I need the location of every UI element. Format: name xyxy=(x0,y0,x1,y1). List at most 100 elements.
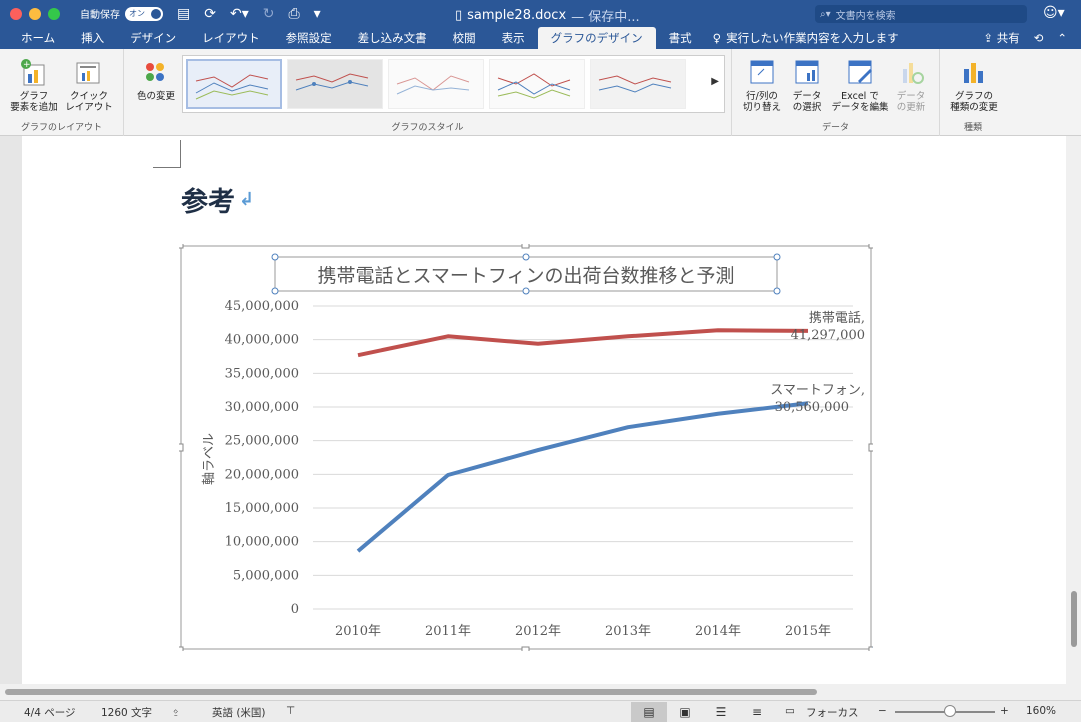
zoom-in-icon[interactable]: + xyxy=(1000,705,1009,717)
paragraph-mark-icon: ↲ xyxy=(239,189,255,210)
data-label-name[interactable]: 携帯電話, xyxy=(809,310,865,326)
section-heading[interactable]: 参考 ↲ xyxy=(181,180,254,219)
tab-review[interactable]: 校閲 xyxy=(440,27,489,49)
resize-handle-top-right[interactable] xyxy=(868,244,873,249)
chart-style-thumb-1[interactable] xyxy=(186,59,282,109)
data-label-name[interactable]: スマートフォン, xyxy=(770,383,865,398)
tab-format[interactable]: 書式 xyxy=(656,27,705,49)
doc-status: — 保存中... xyxy=(571,10,640,25)
edit-data-in-excel-button[interactable]: Excel で データを編集 xyxy=(830,57,890,113)
data-label-value[interactable]: 41,297,000 xyxy=(791,328,865,343)
refresh-data-icon xyxy=(897,57,925,87)
redo-icon[interactable]: ↻ xyxy=(263,6,275,22)
switch-row-column-button[interactable]: 行/列の 切り替え xyxy=(738,57,786,113)
change-chart-type-button[interactable]: グラフの 種類の変更 xyxy=(946,57,1002,113)
draft-view-button[interactable]: ≡ xyxy=(739,702,775,722)
data-label-value[interactable]: 30,560,000 xyxy=(775,400,849,415)
sidebar-icon[interactable]: ▤ xyxy=(177,6,190,22)
zoom-level[interactable]: 160% xyxy=(1026,705,1056,717)
chart-styles-group: 色の変更 ▶ グラフのスタイル xyxy=(124,49,732,136)
refresh-data-label: データ の更新 xyxy=(896,91,926,113)
minimize-window-button[interactable] xyxy=(29,7,41,20)
select-data-label: データ の選択 xyxy=(792,91,822,113)
focus-mode-icon[interactable]: ▭ xyxy=(785,705,795,717)
share-button[interactable]: ⇪ 共有 xyxy=(983,30,1019,46)
change-colors-button[interactable]: 色の変更 xyxy=(134,57,178,102)
word-count[interactable]: 1260 文字 xyxy=(101,705,152,720)
title-handle-br[interactable] xyxy=(773,287,781,295)
undo-icon[interactable]: ↶▾ xyxy=(230,6,249,22)
print-icon[interactable]: ⎙ xyxy=(288,6,299,22)
vertical-scrollbar[interactable] xyxy=(1066,136,1081,684)
outline-view-button[interactable]: ☰ xyxy=(703,702,739,722)
resize-handle-right[interactable] xyxy=(868,443,873,452)
title-handle-tl[interactable] xyxy=(271,253,279,261)
zoom-slider-knob[interactable] xyxy=(944,705,956,717)
title-handle-bl[interactable] xyxy=(271,287,279,295)
title-handle-t[interactable] xyxy=(522,253,530,261)
maximize-window-button[interactable] xyxy=(48,7,60,20)
vertical-scroll-thumb[interactable] xyxy=(1071,591,1077,647)
type-group: グラフの 種類の変更 種類 xyxy=(940,49,1006,136)
horizontal-scrollbar[interactable] xyxy=(0,684,1081,700)
tab-insert[interactable]: 挿入 xyxy=(68,27,117,49)
history-icon[interactable]: ⟲ xyxy=(1034,31,1044,45)
search-icon: ⌕▾ xyxy=(820,8,831,20)
y-tick-label: 35,000,000 xyxy=(225,366,299,381)
ribbon: + グラフ 要素を追加 クイック レイアウト グラフのレイアウト 色の変更 ▶ … xyxy=(0,49,1081,136)
feedback-smiley-icon[interactable]: ☺▾ xyxy=(1043,5,1065,21)
autosave: 自動保存 オン xyxy=(80,6,163,21)
add-chart-element-button[interactable]: + グラフ 要素を追加 xyxy=(8,57,60,113)
tab-layout[interactable]: レイアウト xyxy=(189,27,273,49)
chart-style-thumb-3[interactable] xyxy=(388,59,484,109)
y-axis-label[interactable]: 軸ラベル xyxy=(202,433,217,485)
change-chart-type-label: グラフの 種類の変更 xyxy=(950,91,998,113)
tab-home[interactable]: ホーム xyxy=(0,27,68,49)
resize-handle-bottom[interactable] xyxy=(521,646,530,651)
focus-mode-label[interactable]: フォーカス xyxy=(806,705,859,720)
doc-name: sample28.docx xyxy=(467,8,567,23)
chart-title: 携帯電話とスマートフィンの出荷台数推移と予測 xyxy=(317,265,734,287)
chart-object[interactable]: 携帯電話とスマートフィンの出荷台数推移と予測 0 5,000,000 10,000,… xyxy=(179,244,873,651)
chart-style-thumb-2[interactable] xyxy=(287,59,383,109)
data-group: 行/列の 切り替え データ の選択 Excel で データを編集 データ の更新… xyxy=(732,49,940,136)
language-indicator[interactable]: 英語 (米国) xyxy=(212,705,266,720)
svg-text:+: + xyxy=(23,60,31,70)
y-tick-label: 45,000,000 xyxy=(225,299,299,314)
close-window-button[interactable] xyxy=(10,7,22,20)
save-icon[interactable]: ⟳ xyxy=(204,6,216,22)
quick-layout-icon xyxy=(75,57,103,87)
search-placeholder: 文書内を検索 xyxy=(835,10,896,22)
ribbon-collapse-icon[interactable]: ⌃ xyxy=(1057,31,1067,45)
tell-me-box[interactable]: ♀ 実行したい作業内容を入力します xyxy=(713,27,899,49)
customize-toolbar-icon[interactable]: ▾ xyxy=(314,6,321,22)
title-handle-b[interactable] xyxy=(522,287,530,295)
chart-style-thumb-4[interactable] xyxy=(489,59,585,109)
tab-chart-design[interactable]: グラフのデザイン xyxy=(537,27,656,49)
resize-handle-left[interactable] xyxy=(179,443,184,452)
resize-handle-bottom-left[interactable] xyxy=(179,646,184,651)
page-count[interactable]: 4/4 ページ xyxy=(24,705,76,720)
tab-mailings[interactable]: 差し込み文書 xyxy=(345,27,440,49)
select-data-icon xyxy=(793,57,821,87)
zoom-out-icon[interactable]: − xyxy=(878,705,887,717)
tab-view[interactable]: 表示 xyxy=(489,27,538,49)
tab-design[interactable]: デザイン xyxy=(117,27,189,49)
autosave-toggle[interactable]: オン xyxy=(125,6,163,21)
resize-handle-top-left[interactable] xyxy=(179,244,184,249)
tab-references[interactable]: 参照設定 xyxy=(273,27,345,49)
search-input[interactable]: ⌕▾ 文書内を検索 xyxy=(815,5,1027,23)
select-data-button[interactable]: データ の選択 xyxy=(786,57,828,113)
resize-handle-top[interactable] xyxy=(521,244,530,249)
print-layout-view-button[interactable]: ▤ xyxy=(631,702,667,722)
line-chart[interactable]: 携帯電話とスマートフィンの出荷台数推移と予測 0 5,000,000 10,000,… xyxy=(179,244,873,651)
refresh-data-button[interactable]: データ の更新 xyxy=(890,57,932,113)
chart-style-thumb-5[interactable] xyxy=(590,59,686,109)
proofing-icon[interactable]: ⍚ xyxy=(173,705,179,718)
web-layout-view-button[interactable]: ▣ xyxy=(667,702,703,722)
quick-layout-button[interactable]: クイック レイアウト xyxy=(62,57,116,113)
title-handle-tr[interactable] xyxy=(773,253,781,261)
gallery-scroll-right-icon[interactable]: ▶ xyxy=(711,76,719,87)
horizontal-scroll-thumb[interactable] xyxy=(5,689,817,695)
track-changes-icon[interactable]: ⊤ xyxy=(286,705,295,717)
